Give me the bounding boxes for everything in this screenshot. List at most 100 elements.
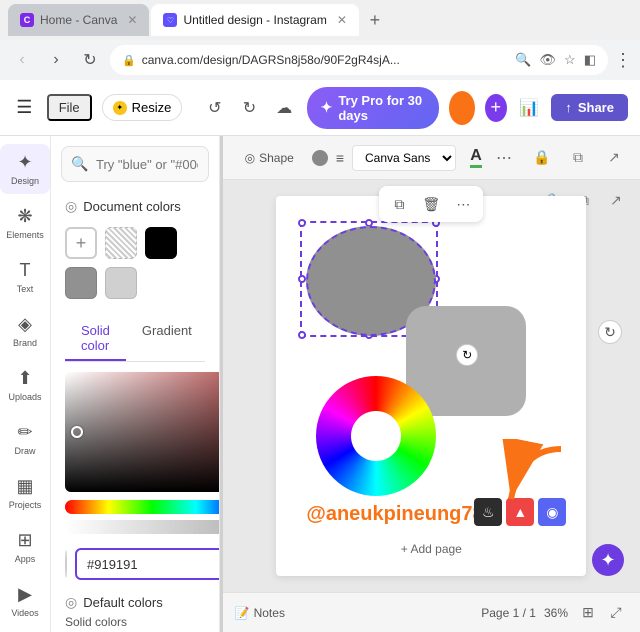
undo-button[interactable]: ↺ — [202, 92, 227, 124]
search-icon[interactable]: 🔍 — [515, 52, 531, 68]
watermark-text: @aneukpineung78 — [306, 503, 483, 526]
shape-color-swatch[interactable] — [312, 150, 328, 166]
hamburger-menu[interactable]: ☰ — [12, 92, 37, 124]
add-color-swatch[interactable]: + — [65, 227, 97, 259]
font-color-a-icon: A — [470, 147, 482, 168]
share-button[interactable]: ↑ Share — [551, 94, 628, 121]
handle-bl[interactable] — [298, 331, 306, 339]
redo-button[interactable]: ↻ — [237, 92, 262, 124]
canvas-toolbar: ◎ Shape ≡ Canva Sans A ⋯ 🔒 ⧉ ↗ — [223, 136, 640, 180]
copy-button[interactable]: ⧉ — [564, 144, 592, 172]
color-panel: 🔍 ◎ Document colors + Solid color Gradie… — [51, 136, 220, 632]
gray-swatch[interactable] — [65, 267, 97, 299]
tab-gradient[interactable]: Gradient — [126, 317, 208, 361]
canvas-rotate-button[interactable]: ↻ — [598, 320, 622, 344]
share-icon[interactable]: ↗ — [602, 186, 630, 214]
sidebar-text-label: Text — [17, 284, 34, 294]
tab-untitled-close[interactable]: ✕ — [337, 13, 347, 27]
sidebar-item-draw[interactable]: ✏ Draw — [0, 414, 50, 464]
sidebar-item-design[interactable]: ✦ Design — [0, 144, 50, 194]
sidebar-item-videos[interactable]: ▶ Videos — [0, 576, 50, 626]
address-bar[interactable]: 🔒 canva.com/design/DAGRSn8j58o/90F2gR4sj… — [110, 45, 608, 75]
search-icon: 🔍 — [71, 156, 88, 173]
arrange-button[interactable]: ⧉ — [385, 190, 413, 218]
sidebar-item-text[interactable]: T Text — [0, 252, 50, 302]
canvas-page[interactable]: ↻ @aneukpineung78 ♨ ▲ ◉ + Add page — [276, 196, 586, 576]
spectrum-cursor[interactable] — [71, 426, 83, 438]
back-button[interactable]: ‹ — [8, 46, 36, 74]
tab-home-close[interactable]: ✕ — [127, 13, 137, 27]
delete-button[interactable]: 🗑 — [417, 190, 445, 218]
add-page-button[interactable]: + Add page — [401, 542, 462, 556]
spectrum-box[interactable] — [65, 372, 220, 492]
black-swatch[interactable] — [145, 227, 177, 259]
user-avatar[interactable] — [449, 91, 475, 125]
hue-slider[interactable] — [65, 500, 220, 514]
eye-off-icon[interactable]: 👁 — [540, 52, 557, 68]
sidebar-uploads-label: Uploads — [8, 392, 41, 402]
export-button[interactable]: ↗ — [600, 144, 628, 172]
canva-favicon: C — [20, 13, 34, 27]
doc-colors-header: ◎ Document colors — [51, 192, 219, 221]
resize-button[interactable]: ✦ Resize — [102, 94, 183, 121]
more-options-icon[interactable]: ⋯ — [496, 148, 512, 168]
default-colors-label: Default colors — [83, 595, 162, 610]
hex-row: #919191 💉 — [65, 548, 205, 580]
pro-button[interactable]: ✦ Try Pro for 30 days — [307, 87, 439, 129]
star-icon[interactable]: ☆ — [564, 52, 576, 68]
brand-icon: ◈ — [18, 314, 32, 335]
top-toolbar: ☰ File ✦ Resize ↺ ↻ ☁ ✦ Try Pro for 30 d… — [0, 80, 640, 136]
bottom-bar: 📝 Notes Page 1 / 1 36% ⊞ ⤢ — [223, 592, 640, 632]
sidebar-item-uploads[interactable]: ⬆ Uploads — [0, 360, 50, 410]
canvas-content: ⧉ 🗑 ⋯ 🔒 ⧉ ↗ — [223, 180, 640, 592]
sticker-discord: ◉ — [538, 498, 566, 526]
share-icon: ↑ — [565, 100, 572, 115]
new-tab-button[interactable]: + — [361, 6, 389, 34]
handle-lm[interactable] — [298, 275, 306, 283]
light-swatch[interactable] — [105, 267, 137, 299]
font-color-button[interactable]: A — [464, 146, 488, 170]
shape-selector-icon: ◎ — [245, 151, 255, 165]
hex-input[interactable]: #919191 — [75, 548, 220, 580]
lock-icon: 🔒 — [122, 54, 136, 67]
notes-label: Notes — [254, 606, 285, 620]
font-select[interactable]: Canva Sans — [352, 145, 456, 171]
sidebar-item-apps[interactable]: ⊞ Apps — [0, 522, 50, 572]
notes-button[interactable]: 📝 Notes — [235, 606, 285, 620]
refresh-button[interactable]: ↻ — [76, 46, 104, 74]
shape-tool[interactable]: ◎ Shape — [235, 147, 304, 169]
lock-layer-button[interactable]: 🔒 — [528, 144, 556, 172]
add-team-button[interactable]: + — [485, 94, 507, 122]
uploads-icon: ⬆ — [17, 368, 32, 389]
float-action-button[interactable]: ✦ — [592, 544, 624, 576]
elements-icon: ❋ — [17, 206, 32, 227]
file-button[interactable]: File — [47, 94, 92, 121]
handle-tl[interactable] — [298, 219, 306, 227]
sidebar-item-elements[interactable]: ❋ Elements — [0, 198, 50, 248]
stats-button[interactable]: 📊 — [517, 92, 542, 124]
search-bar: 🔍 — [61, 146, 209, 182]
resize-label: Resize — [132, 100, 172, 115]
sidebar-item-projects[interactable]: ▦ Projects — [0, 468, 50, 518]
tab-home[interactable]: C Home - Canva ✕ — [8, 4, 149, 36]
color-wheel-inner — [351, 411, 401, 461]
more-actions-button[interactable]: ⋯ — [449, 190, 477, 218]
extension-icon[interactable]: ◧ — [584, 52, 596, 68]
color-picker[interactable] — [65, 372, 205, 534]
tab-solid-color[interactable]: Solid color — [65, 317, 126, 361]
default-colors-icon: ◎ — [65, 594, 77, 611]
fullscreen-button[interactable]: ⤢ — [604, 601, 628, 625]
browser-menu-button[interactable]: ⋮ — [614, 50, 632, 71]
canvas-area: ◎ Shape ≡ Canva Sans A ⋯ 🔒 ⧉ ↗ — [223, 136, 640, 632]
transparent-swatch[interactable] — [105, 227, 137, 259]
browser-right-buttons: ⋮ — [614, 50, 632, 71]
sidebar-item-brand[interactable]: ◈ Brand — [0, 306, 50, 356]
forward-button[interactable]: › — [42, 46, 70, 74]
cloud-save-button[interactable]: ☁ — [272, 92, 297, 124]
grid-view-button[interactable]: ⊞ — [576, 601, 600, 625]
sidebar-projects-label: Projects — [9, 500, 42, 510]
text-icon: T — [20, 260, 31, 281]
tab-untitled[interactable]: ♡ Untitled design - Instagram ✕ — [151, 4, 358, 36]
lines-icon[interactable]: ≡ — [336, 150, 344, 166]
alpha-slider[interactable] — [65, 520, 220, 534]
